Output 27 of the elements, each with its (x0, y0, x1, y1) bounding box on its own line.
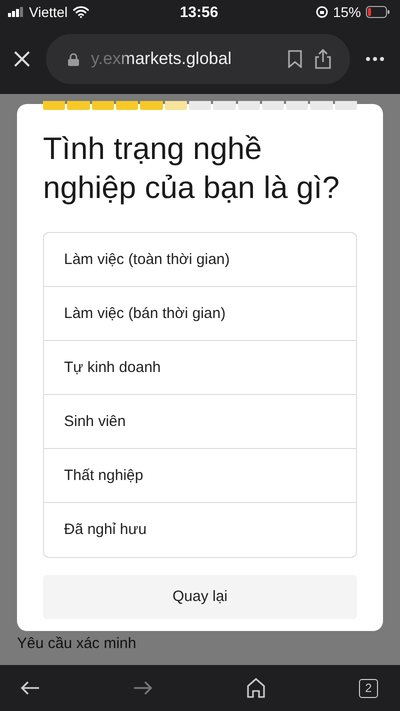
option-item[interactable]: Tự kinh doanh (44, 340, 356, 394)
home-icon[interactable] (246, 678, 266, 698)
wifi-icon (72, 6, 89, 18)
forward-arrow-icon[interactable] (133, 680, 153, 696)
address-bar[interactable]: y.exmarkets.global (46, 34, 350, 84)
option-item[interactable]: Làm việc (bán thời gian) (44, 286, 356, 340)
clock-time: 13:56 (180, 4, 218, 20)
signal-icon (8, 7, 24, 17)
option-item[interactable]: Sinh viên (44, 394, 356, 448)
rotation-lock-icon (316, 6, 328, 18)
back-arrow-icon[interactable] (20, 680, 40, 696)
question-title: Tình trạng nghề nghiệp của bạn là gì? (43, 130, 340, 207)
more-icon[interactable] (366, 57, 384, 61)
battery-percent: 15% (332, 4, 361, 20)
page-heading: Yêu cầu xác minh (17, 634, 138, 652)
battery-icon (366, 6, 390, 18)
back-button[interactable]: Quay lại (43, 574, 357, 618)
close-icon[interactable] (14, 51, 30, 67)
bookmark-icon[interactable] (288, 50, 302, 68)
carrier-name: Viettel (29, 4, 68, 20)
lock-icon (68, 52, 79, 66)
tabs-button[interactable]: 2 (359, 678, 378, 698)
option-item[interactable]: Làm việc (toàn thời gian) (44, 232, 356, 286)
share-icon[interactable] (314, 49, 332, 69)
url-text: y.exmarkets.global (91, 49, 232, 69)
option-item[interactable]: Thất nghiệp (44, 448, 356, 502)
option-item[interactable]: Đã nghỉ hưu (44, 502, 356, 556)
